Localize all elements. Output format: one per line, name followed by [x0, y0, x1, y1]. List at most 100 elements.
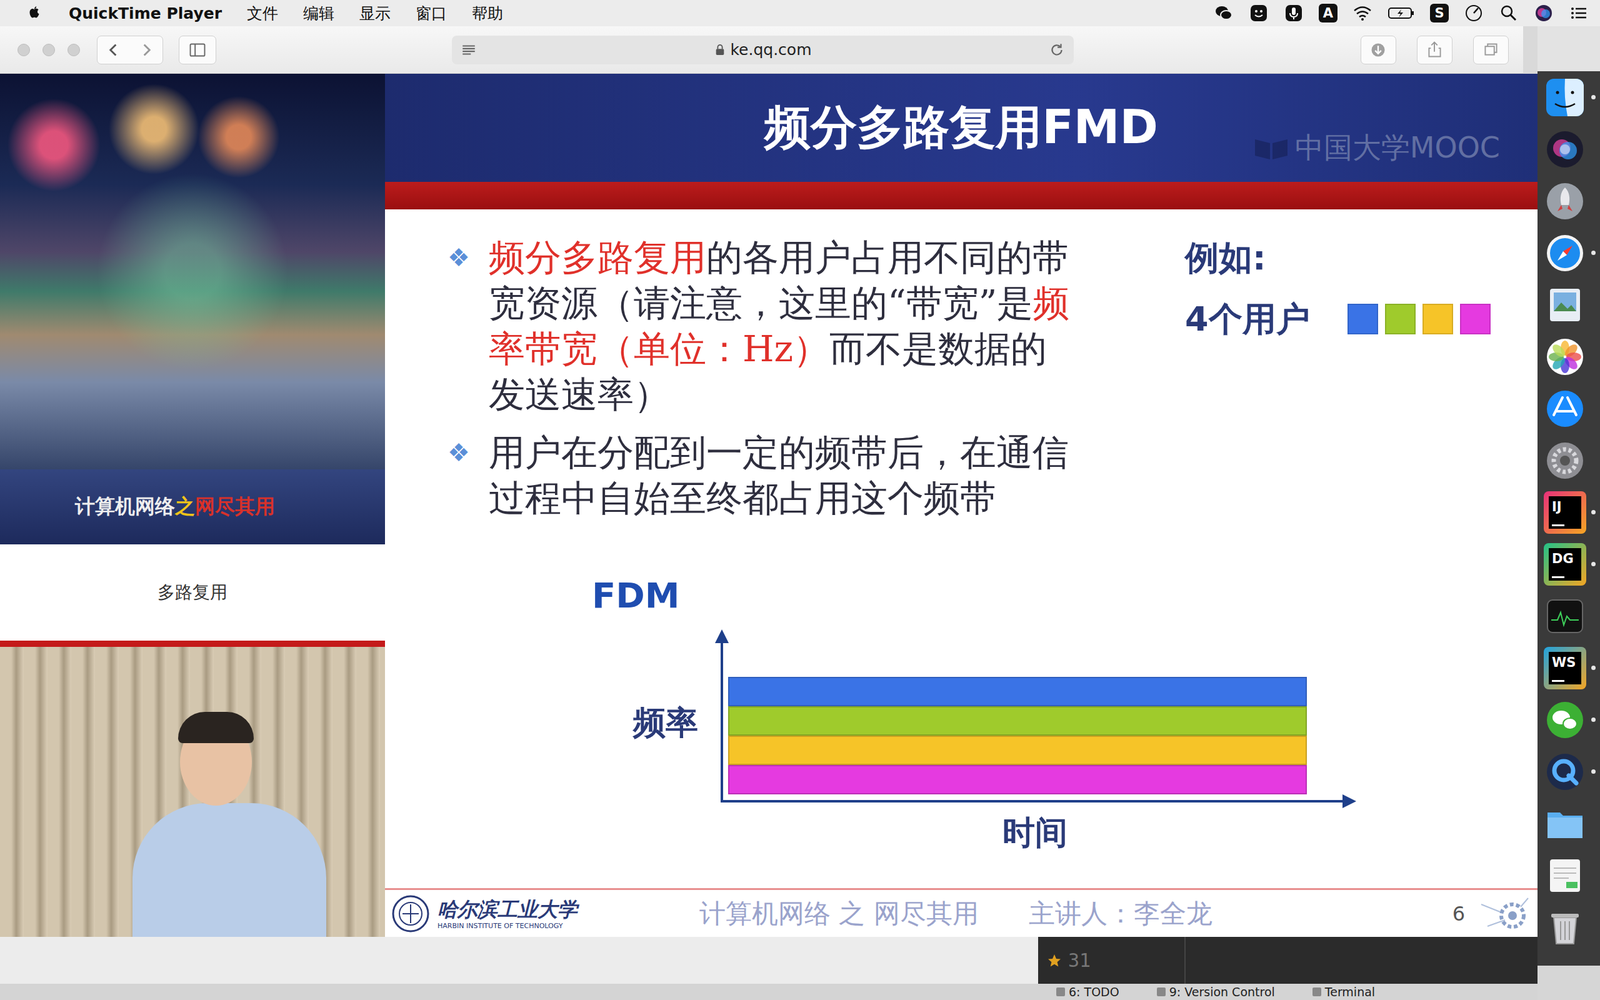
folder-icon[interactable]	[1543, 802, 1587, 845]
book-icon	[1252, 134, 1290, 162]
ide-tool-tab[interactable]: Terminal	[1312, 985, 1375, 999]
trash-icon[interactable]	[1543, 906, 1587, 949]
browser-toolbar: ke.qq.com	[0, 26, 1524, 74]
dock-item[interactable]	[1537, 175, 1600, 227]
appstore-icon[interactable]	[1543, 387, 1587, 430]
siri-icon[interactable]	[1533, 3, 1554, 24]
frequency-band	[728, 706, 1307, 736]
frequency-band	[728, 735, 1307, 765]
dock-item[interactable]: IJ	[1537, 486, 1600, 539]
app-icon[interactable]: DG	[1543, 543, 1587, 586]
course-banner: 计算机网络之网尽其用	[0, 469, 385, 545]
address-bar[interactable]: ke.qq.com	[451, 35, 1074, 65]
watermark: 中国大学MOOC	[1252, 128, 1500, 168]
running-indicator	[1591, 458, 1596, 463]
ide-editor: 31	[1038, 936, 1538, 984]
close-button[interactable]	[17, 43, 30, 57]
list-icon[interactable]	[1568, 3, 1589, 24]
status-badge[interactable]: A	[1318, 3, 1338, 23]
fdm-chart: FDM频率时间	[447, 573, 1538, 855]
dock-item[interactable]	[1537, 693, 1600, 746]
dock-item[interactable]	[1537, 901, 1600, 954]
menu-bar: QuickTime Player 文件 编辑 显示 窗口 帮助 A S	[0, 0, 1600, 27]
monitor-icon[interactable]	[1543, 595, 1587, 638]
school-name: 哈尔滨工业大学HARBIN INSTITUTE OF TECHNOLOGY	[437, 896, 585, 931]
photo: 计算机网络之网尽其用	[0, 73, 385, 545]
slide-sidebar: 计算机网络之网尽其用多路复用	[0, 73, 385, 937]
dock-item[interactable]	[1537, 849, 1600, 902]
chart-title: FDM	[591, 573, 1538, 618]
reader-icon[interactable]	[460, 41, 477, 59]
dock: IJ DG WS	[1537, 26, 1600, 1000]
plot-area	[720, 643, 1343, 803]
url-text: ke.qq.com	[730, 40, 812, 59]
line-number: 31	[1068, 949, 1091, 972]
dock-item[interactable]	[1537, 226, 1600, 279]
dock-item[interactable]	[1537, 590, 1600, 642]
wechat-icon[interactable]	[1543, 698, 1587, 742]
app-icon[interactable]: WS	[1543, 646, 1587, 690]
status-badge[interactable]: S	[1430, 3, 1449, 23]
dock-item[interactable]	[1537, 745, 1600, 798]
forward-icon[interactable]	[130, 36, 163, 64]
quicktime-icon[interactable]	[1543, 750, 1587, 794]
zoom-button[interactable]	[67, 43, 80, 57]
dock-item[interactable]	[1537, 123, 1600, 175]
photo-image	[0, 73, 385, 470]
microphone-icon[interactable]	[1283, 3, 1304, 24]
ide-tool-tab[interactable]: 9: Version Control	[1156, 985, 1275, 999]
sidebar-icon[interactable]	[178, 35, 217, 65]
running-indicator	[1591, 146, 1596, 152]
siri-icon[interactable]	[1543, 128, 1587, 171]
preview-icon[interactable]	[1543, 283, 1587, 327]
slide-header: 频分多路复用FMD中国大学MOOC	[385, 73, 1538, 182]
video-frame[interactable]: 计算机网络之网尽其用多路复用频分多路复用FMD中国大学MOOC ❖频分多路复用的各…	[0, 73, 1538, 937]
app-icon[interactable]: IJ	[1543, 491, 1587, 534]
running-indicator	[1591, 873, 1596, 878]
running-indicator	[1591, 354, 1596, 359]
safari-icon[interactable]	[1543, 231, 1587, 275]
tabs-icon[interactable]	[1473, 35, 1509, 65]
running-indicator	[1591, 510, 1596, 515]
prefs-icon[interactable]	[1543, 439, 1587, 482]
minimize-button[interactable]	[42, 43, 55, 57]
dock-item[interactable]	[1537, 797, 1600, 850]
wifi-icon[interactable]	[1352, 3, 1373, 24]
menu-item[interactable]: 帮助	[471, 3, 504, 24]
smiley-icon[interactable]	[1248, 3, 1269, 24]
menu-item[interactable]: 显示	[359, 3, 391, 24]
menu-item[interactable]: 窗口	[415, 3, 447, 24]
notes-icon[interactable]	[1543, 854, 1587, 897]
dock-item[interactable]: DG	[1537, 538, 1600, 590]
running-indicator	[1591, 250, 1596, 255]
dock-item[interactable]	[1537, 382, 1600, 435]
search-icon[interactable]	[1498, 3, 1519, 24]
dock-item[interactable]	[1537, 71, 1600, 124]
bullet-item: ❖用户在分配到一定的频带后，在通信过程中自始至终都占用这个频带	[447, 430, 1079, 522]
screen: QuickTime Player 文件 编辑 显示 窗口 帮助 A Ske.qq.com 计算机…	[0, 0, 1600, 1000]
apple-icon[interactable]	[25, 3, 44, 24]
dock-item[interactable]	[1537, 330, 1600, 383]
speaker-video	[0, 646, 385, 937]
share-icon[interactable]	[1416, 35, 1453, 65]
dock-item[interactable]	[1537, 278, 1600, 331]
menu-item[interactable]: 文件	[246, 3, 279, 24]
launchpad-icon[interactable]	[1543, 180, 1587, 223]
finder-icon[interactable]	[1543, 76, 1587, 119]
menu-item[interactable]: 编辑	[303, 3, 335, 24]
wechat-icon[interactable]	[1213, 3, 1234, 24]
star-icon[interactable]	[1046, 953, 1062, 969]
battery-icon[interactable]	[1387, 3, 1415, 24]
gauge-icon[interactable]	[1463, 3, 1484, 24]
photos-icon[interactable]	[1543, 335, 1587, 379]
bullet-mark: ❖	[447, 235, 489, 281]
download-icon[interactable]	[1360, 35, 1397, 65]
dock-item[interactable]: WS	[1537, 641, 1600, 694]
app-menu[interactable]: QuickTime Player	[68, 4, 222, 23]
bullet-item: ❖频分多路复用的各用户占用不同的带宽资源（请注意，这里的“带宽”是频率带宽（单位…	[447, 235, 1079, 418]
reload-icon[interactable]	[1048, 41, 1065, 59]
dock-item[interactable]	[1537, 434, 1600, 487]
back-icon[interactable]	[97, 36, 130, 64]
example-label: 例如:	[1185, 235, 1491, 281]
ide-tool-tab[interactable]: 6: TODO	[1056, 985, 1120, 999]
